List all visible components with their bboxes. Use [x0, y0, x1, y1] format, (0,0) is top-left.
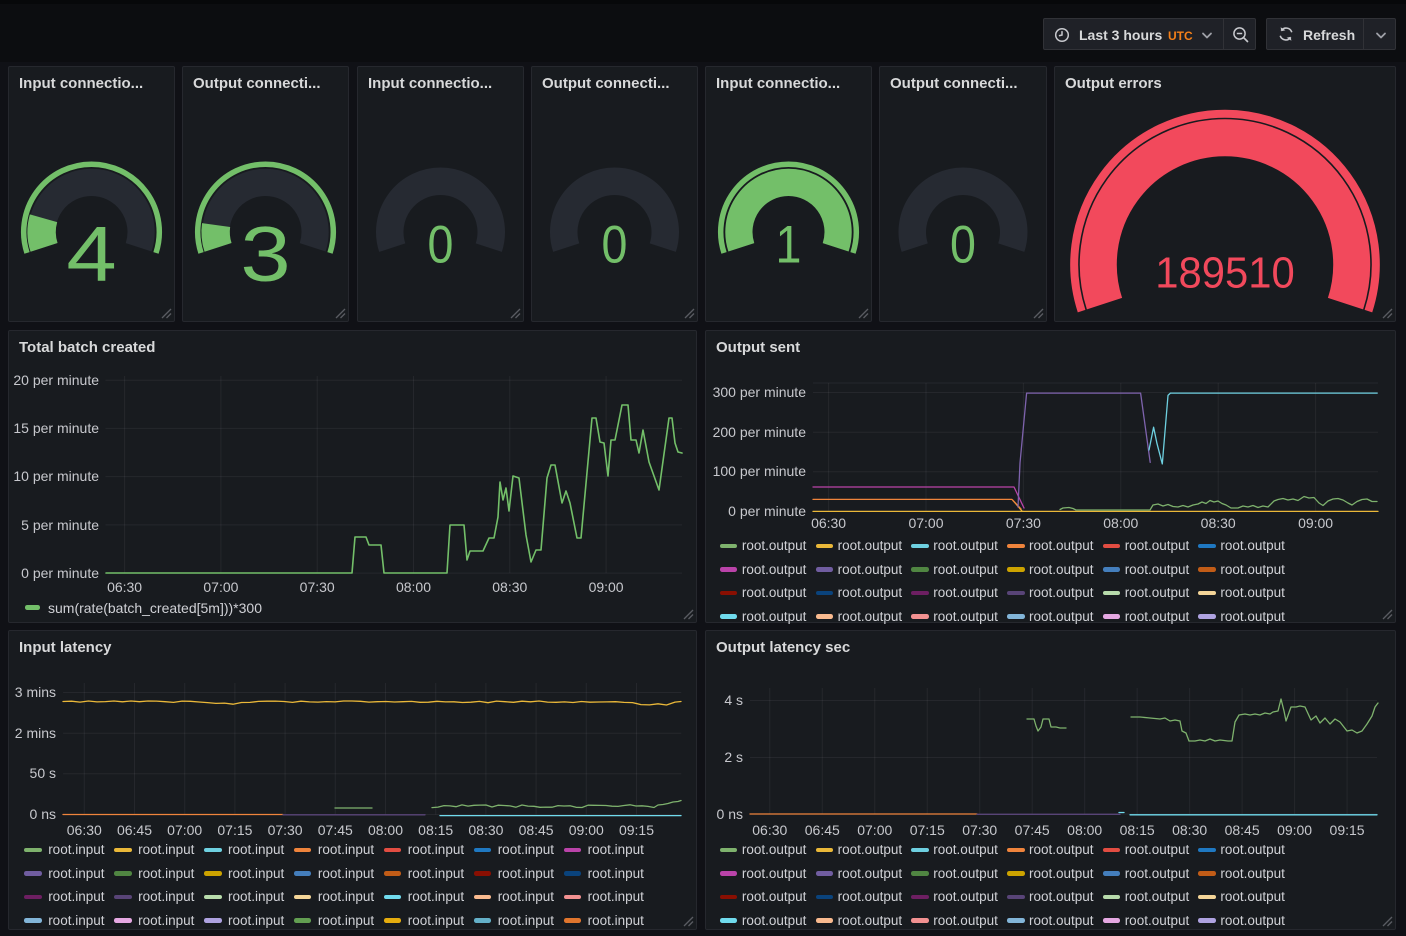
svg-text:100 per minute: 100 per minute [713, 463, 807, 479]
svg-text:09:00: 09:00 [589, 579, 624, 595]
svg-text:07:45: 07:45 [1015, 822, 1050, 838]
svg-text:08:30: 08:30 [1201, 515, 1236, 531]
svg-text:08:00: 08:00 [1067, 822, 1102, 838]
svg-text:09:00: 09:00 [569, 822, 604, 838]
svg-text:07:30: 07:30 [962, 822, 997, 838]
svg-text:07:30: 07:30 [1006, 515, 1041, 531]
svg-text:20 per minute: 20 per minute [13, 372, 99, 388]
svg-text:0: 0 [602, 215, 628, 274]
svg-text:08:30: 08:30 [1172, 822, 1207, 838]
svg-text:3: 3 [240, 210, 290, 297]
svg-text:09:00: 09:00 [1277, 822, 1312, 838]
svg-text:0 ns: 0 ns [717, 806, 743, 822]
svg-text:06:30: 06:30 [811, 515, 846, 531]
svg-text:07:15: 07:15 [910, 822, 945, 838]
svg-text:300 per minute: 300 per minute [713, 384, 807, 400]
svg-text:07:45: 07:45 [318, 822, 353, 838]
svg-text:08:15: 08:15 [1120, 822, 1155, 838]
svg-text:08:30: 08:30 [468, 822, 503, 838]
svg-text:07:30: 07:30 [268, 822, 303, 838]
svg-text:2 s: 2 s [724, 749, 743, 765]
svg-text:08:15: 08:15 [418, 822, 453, 838]
svg-text:189510: 189510 [1155, 249, 1294, 298]
svg-text:200 per minute: 200 per minute [713, 424, 807, 440]
svg-text:3 mins: 3 mins [15, 684, 56, 700]
svg-text:08:30: 08:30 [492, 579, 527, 595]
svg-text:07:15: 07:15 [217, 822, 252, 838]
svg-text:09:00: 09:00 [1298, 515, 1333, 531]
svg-text:1: 1 [776, 215, 802, 274]
svg-text:5 per minute: 5 per minute [21, 517, 99, 533]
svg-text:0 per minute: 0 per minute [728, 503, 806, 519]
svg-text:08:45: 08:45 [519, 822, 554, 838]
svg-text:07:00: 07:00 [908, 515, 943, 531]
svg-text:15 per minute: 15 per minute [13, 420, 99, 436]
svg-text:0: 0 [428, 215, 454, 274]
svg-text:06:30: 06:30 [107, 579, 142, 595]
svg-text:10 per minute: 10 per minute [13, 468, 99, 484]
svg-text:0 ns: 0 ns [30, 806, 56, 822]
svg-text:07:30: 07:30 [300, 579, 335, 595]
svg-text:08:00: 08:00 [396, 579, 431, 595]
svg-text:0 per minute: 0 per minute [21, 565, 99, 581]
svg-text:09:15: 09:15 [1330, 822, 1365, 838]
svg-text:08:00: 08:00 [368, 822, 403, 838]
svg-text:07:00: 07:00 [167, 822, 202, 838]
svg-text:06:45: 06:45 [117, 822, 152, 838]
svg-text:50 s: 50 s [30, 765, 56, 781]
svg-text:07:00: 07:00 [857, 822, 892, 838]
svg-text:2 mins: 2 mins [15, 725, 56, 741]
svg-text:0: 0 [950, 215, 976, 274]
svg-text:06:30: 06:30 [752, 822, 787, 838]
svg-text:08:45: 08:45 [1225, 822, 1260, 838]
svg-text:4 s: 4 s [724, 692, 743, 708]
svg-text:07:00: 07:00 [203, 579, 238, 595]
svg-text:08:00: 08:00 [1103, 515, 1138, 531]
svg-text:4: 4 [66, 210, 116, 297]
svg-text:06:45: 06:45 [805, 822, 840, 838]
svg-text:09:15: 09:15 [619, 822, 654, 838]
svg-text:06:30: 06:30 [67, 822, 102, 838]
